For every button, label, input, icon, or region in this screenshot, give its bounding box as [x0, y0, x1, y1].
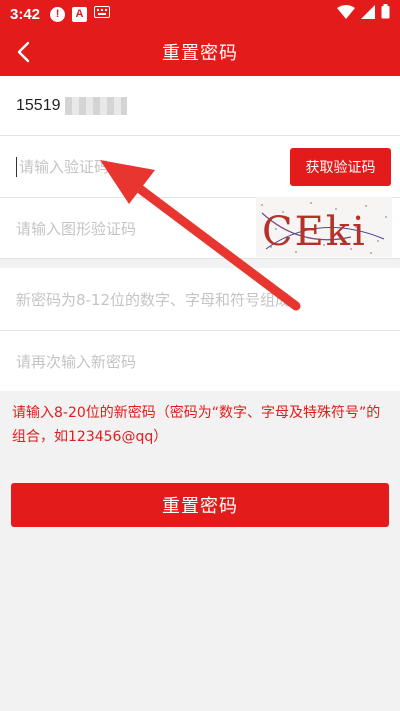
- wifi-icon: [337, 4, 355, 24]
- confirm-password-input[interactable]: 请再次输入新密码: [0, 331, 400, 391]
- page-title: 重置密码: [162, 43, 238, 64]
- keyboard-icon: [94, 5, 111, 23]
- masked-digits: [64, 96, 127, 115]
- battery-icon: [381, 4, 390, 24]
- a-icon: A: [72, 6, 88, 22]
- divider: [0, 258, 400, 259]
- back-arrow-icon: [17, 41, 30, 63]
- phone-value: 15519: [16, 96, 61, 114]
- get-code-button[interactable]: 获取验证码: [290, 148, 391, 186]
- status-bar: 3:42 ! A: [0, 0, 400, 28]
- new-password-placeholder: 新密码为8-12位的数字、字母和符号组成: [16, 290, 291, 309]
- image-code-placeholder: 请输入图形验证码: [16, 219, 137, 238]
- confirm-password-placeholder: 请再次输入新密码: [16, 352, 137, 371]
- signal-icon: [361, 4, 375, 24]
- alert-icon: !: [50, 6, 66, 22]
- back-button[interactable]: [8, 36, 40, 68]
- title-bar: 重置密码: [0, 28, 400, 76]
- text-caret: [16, 156, 17, 177]
- reset-password-button[interactable]: 重置密码: [11, 483, 389, 527]
- status-time: 3:42: [10, 5, 41, 23]
- captcha-text: CEki: [262, 209, 367, 255]
- verify-code-placeholder: 请输入验证码: [19, 158, 110, 176]
- captcha-image[interactable]: CEki: [256, 197, 392, 257]
- new-password-input[interactable]: 新密码为8-12位的数字、字母和符号组成: [0, 268, 400, 330]
- password-hint: 请输入8-20位的新密码（密码为“数字、字母及特殊符号”的组合，如123456@…: [12, 405, 381, 445]
- phone-field[interactable]: 15519: [0, 76, 400, 135]
- verify-code-input[interactable]: 请输入验证码 获取验证码: [0, 136, 400, 197]
